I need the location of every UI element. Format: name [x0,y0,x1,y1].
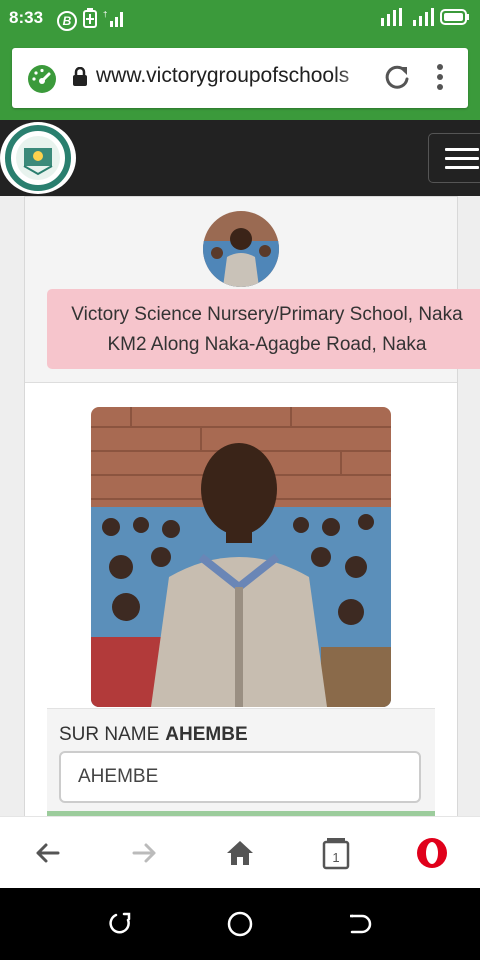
signal-icon: † [103,9,123,32]
back-android-icon[interactable] [346,910,374,938]
student-photo [91,407,391,707]
forward-icon[interactable] [126,835,162,871]
tab-count: 1 [332,850,339,865]
surname-form-group: SUR NAME AHEMBE AHEMBE [47,708,435,816]
card-header: Victory Science Nursery/Primary School, … [25,197,480,383]
signal-4g-icon [380,8,406,31]
battery-icon [440,8,470,31]
hamburger-line [445,157,479,160]
android-nav-bar [0,888,480,960]
bitcoin-icon: B [57,10,77,31]
student-avatar [203,211,279,287]
back-icon[interactable] [30,835,66,871]
browser-toolbar: www.victorygroupofschools [0,36,480,120]
tabs-icon[interactable]: 1 [318,835,354,871]
page-content: Victory Science Nursery/Primary School, … [0,196,480,816]
svg-text:†: † [103,10,107,19]
surname-label-value: AHEMBE [165,724,248,745]
school-name: Victory Science Nursery/Primary School, … [71,304,463,325]
school-banner: Victory Science Nursery/Primary School, … [47,289,480,369]
url-fade [334,60,382,94]
browser-bottom-bar: 1 [0,816,480,888]
home-circle-icon[interactable] [226,910,254,938]
hamburger-line [445,148,479,151]
battery-saver-icon [83,8,97,33]
site-navbar [0,120,480,196]
student-card: Victory Science Nursery/Primary School, … [24,196,480,816]
speed-dial-icon[interactable] [26,63,58,98]
surname-input[interactable]: AHEMBE [59,751,421,803]
home-icon[interactable] [222,835,258,871]
opera-icon[interactable] [414,835,450,871]
reload-icon[interactable] [382,62,412,97]
hamburger-icon[interactable] [428,133,480,183]
recents-icon[interactable] [106,910,134,938]
surname-label-text: SUR NAME [59,724,160,745]
lock-icon [72,66,88,92]
status-icons-right [380,8,470,31]
status-bar: 8:33 B † [0,0,480,36]
status-time: 8:33 [9,8,44,27]
more-vert-icon[interactable] [428,62,452,97]
status-icons-left: B † [57,8,123,33]
surname-label: SUR NAME AHEMBE [59,724,248,746]
school-logo-icon[interactable] [0,122,76,194]
address-bar[interactable]: www.victorygroupofschools [12,48,468,108]
hamburger-line [445,166,479,169]
signal-icon [412,8,434,31]
school-address: KM2 Along Naka-Agagbe Road, Naka [107,334,427,355]
